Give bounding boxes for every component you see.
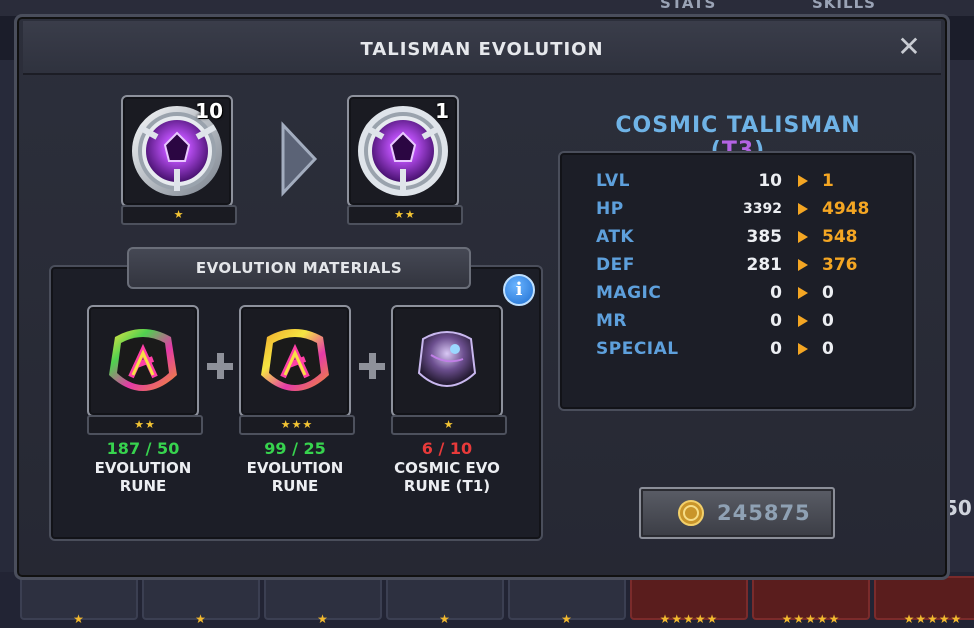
- background-hero-slot: ★: [142, 576, 260, 626]
- background-slot-stars: ★★★★★: [659, 612, 719, 626]
- material-count: 6 / 10: [421, 439, 473, 458]
- background-hero-slot: ★★★★★: [874, 576, 974, 626]
- stat-current-value: 385: [746, 227, 783, 247]
- increase-arrow-icon: [798, 231, 808, 243]
- stat-new-value: 1: [822, 171, 834, 191]
- talisman-level-count: 10: [195, 99, 223, 123]
- material-slot-evolution-rune[interactable]: ★★: [87, 305, 203, 435]
- material-name: COSMIC EVO RUNE (T1): [377, 459, 517, 495]
- material-name-line: RUNE (T1): [403, 477, 491, 495]
- material-name-line: COSMIC EVO: [394, 459, 500, 477]
- item-frame: [87, 305, 199, 417]
- stat-row-mr: MR 0 0: [560, 307, 914, 335]
- material-name: EVOLUTION RUNE: [225, 459, 365, 495]
- increase-arrow-icon: [798, 175, 808, 187]
- stat-label: SPECIAL: [596, 339, 679, 359]
- evolution-rune-icon: [261, 329, 329, 391]
- stats-comparison-panel: LVL 10 1 HP 3392 4948 ATK 385 548 DEF 28…: [558, 151, 916, 411]
- stat-row-atk: ATK 385 548: [560, 223, 914, 251]
- background-slot-stars: ★: [439, 612, 451, 626]
- item-frame: [391, 305, 503, 417]
- background-slot-stars: ★: [73, 612, 85, 626]
- material-slot-cosmic-evo-rune[interactable]: ★: [391, 305, 507, 435]
- stat-current-value: 0: [770, 339, 782, 359]
- background-hero-slot: ★: [20, 576, 138, 626]
- background-hero-slot: ★: [508, 576, 626, 626]
- stat-row-hp: HP 3392 4948: [560, 195, 914, 223]
- stat-current-value: 0: [770, 283, 782, 303]
- background-slot-stars: ★★★★★: [781, 612, 841, 626]
- stat-new-value: 0: [822, 283, 834, 303]
- evolution-rune-icon: [109, 329, 177, 391]
- material-name-line: EVOLUTION: [94, 459, 192, 477]
- stat-label: ATK: [596, 227, 635, 247]
- evolution-arrow-icon: [281, 121, 318, 197]
- gold-cost-value: 245875: [717, 501, 811, 525]
- stat-current-value: 3392: [743, 201, 782, 217]
- material-name-line: EVOLUTION: [246, 459, 344, 477]
- stat-label: LVL: [596, 171, 630, 191]
- star-rating: ★: [121, 205, 237, 225]
- evolve-cost-button[interactable]: 245875: [639, 487, 835, 539]
- dialog-title: TALISMAN EVOLUTION: [360, 39, 604, 60]
- stat-label: HP: [596, 199, 624, 219]
- stat-row-lvl: LVL 10 1: [560, 167, 914, 195]
- background-hero-slot: ★: [386, 576, 504, 626]
- increase-arrow-icon: [798, 259, 808, 271]
- star-rating: ★: [391, 415, 507, 435]
- background-slot-stars: ★★★★★: [903, 612, 963, 626]
- stat-row-def: DEF 281 376: [560, 251, 914, 279]
- stat-new-value: 4948: [822, 199, 870, 219]
- background-slot-stars: ★: [561, 612, 573, 626]
- stat-current-value: 281: [746, 255, 783, 275]
- background-hero-slot: ★★★★★: [752, 576, 870, 626]
- evolved-talisman-slot[interactable]: 1 ★★: [347, 95, 463, 225]
- plus-icon: [207, 353, 233, 379]
- evolution-materials-header: EVOLUTION MATERIALS: [127, 247, 471, 289]
- material-name: EVOLUTION RUNE: [73, 459, 213, 495]
- background-skills-tab: SKILLS: [812, 0, 876, 12]
- increase-arrow-icon: [798, 343, 808, 355]
- stat-label: MAGIC: [596, 283, 662, 303]
- stat-row-special: SPECIAL 0 0: [560, 335, 914, 363]
- plus-icon: [359, 353, 385, 379]
- increase-arrow-icon: [798, 203, 808, 215]
- current-talisman-slot[interactable]: 10 ★: [121, 95, 237, 225]
- stat-current-value: 10: [758, 171, 782, 191]
- close-button[interactable]: ✕: [895, 33, 923, 61]
- info-button[interactable]: i: [503, 274, 535, 306]
- stat-current-value: 0: [770, 311, 782, 331]
- star-rating: ★★: [347, 205, 463, 225]
- stat-new-value: 376: [822, 255, 858, 275]
- background-slot-stars: ★: [317, 612, 329, 626]
- talisman-evolution-dialog: TALISMAN EVOLUTION ✕ 10 ★ 1 ★★ COSMIC TA…: [14, 14, 950, 580]
- material-count: 99 / 25: [264, 439, 326, 458]
- stat-label: MR: [596, 311, 628, 331]
- star-rating: ★★★: [239, 415, 355, 435]
- material-count: 187 / 50: [106, 439, 180, 458]
- dialog-header: TALISMAN EVOLUTION ✕: [23, 21, 941, 75]
- stat-label: DEF: [596, 255, 635, 275]
- gold-coin-icon: [678, 500, 704, 526]
- stat-row-magic: MAGIC 0 0: [560, 279, 914, 307]
- material-name-line: RUNE: [271, 477, 319, 495]
- talisman-level-count: 1: [435, 99, 449, 123]
- cosmic-evo-rune-icon: [417, 331, 477, 387]
- increase-arrow-icon: [798, 315, 808, 327]
- stat-new-value: 548: [822, 227, 858, 247]
- material-name-line: RUNE: [119, 477, 167, 495]
- background-stats-tab: STATS: [660, 0, 717, 12]
- material-slot-evolution-rune[interactable]: ★★★: [239, 305, 355, 435]
- item-frame: [239, 305, 351, 417]
- background-hero-slot: ★: [264, 576, 382, 626]
- talisman-name-text: COSMIC TALISMAN: [615, 113, 861, 138]
- increase-arrow-icon: [798, 287, 808, 299]
- stat-new-value: 0: [822, 311, 834, 331]
- background-slot-stars: ★: [195, 612, 207, 626]
- stat-new-value: 0: [822, 339, 834, 359]
- star-rating: ★★: [87, 415, 203, 435]
- background-hero-slot: ★★★★★: [630, 576, 748, 626]
